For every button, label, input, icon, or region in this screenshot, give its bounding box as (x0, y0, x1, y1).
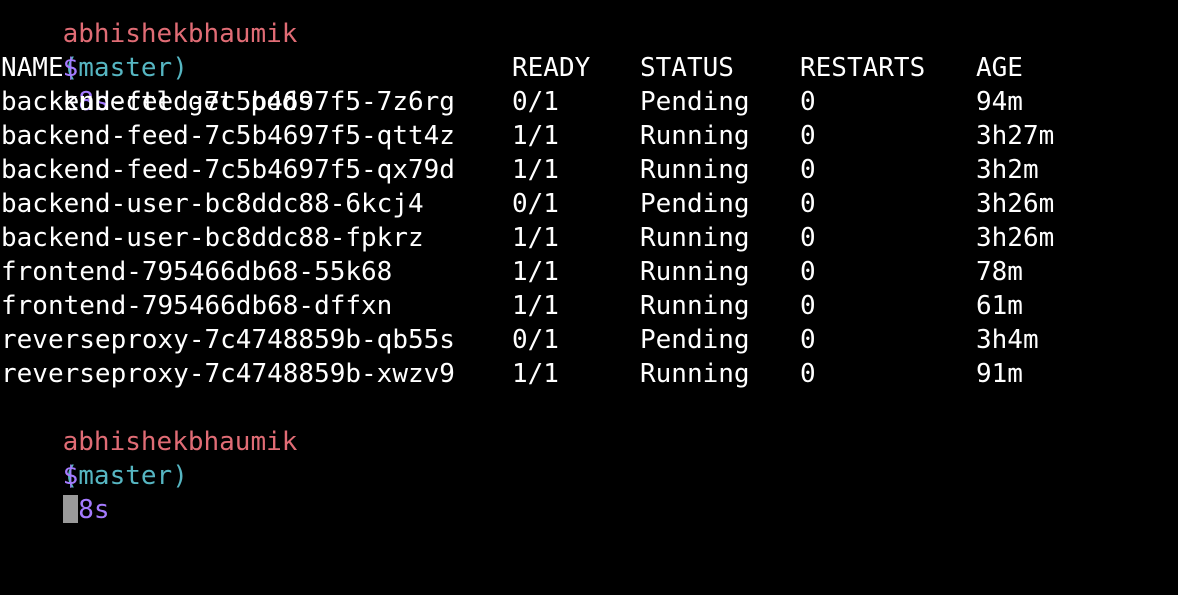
pod-name: backend-user-bc8ddc88-6kcj4 (1, 189, 424, 219)
command-line: $ kubectl get pods (0, 17, 1178, 117)
pod-restarts: 0 (800, 325, 816, 355)
pod-age: 3h26m (976, 223, 1055, 253)
pod-restarts: 0 (800, 189, 816, 219)
pod-ready: 0/1 (512, 87, 559, 117)
pod-age: 3h2m (976, 155, 1039, 185)
pod-status: Pending (640, 87, 750, 117)
table-row: reverseproxy-7c4748859b-xwzv9 1/1 Runnin… (0, 357, 1178, 391)
table-row: frontend-795466db68-55k68 1/1 Running 0 … (0, 255, 1178, 289)
pod-restarts: 0 (800, 121, 816, 151)
table-row: backend-user-bc8ddc88-fpkrz 1/1 Running … (0, 221, 1178, 255)
prompt-branch: (master) (62, 461, 188, 491)
pod-status: Pending (640, 189, 750, 219)
pod-restarts: 0 (800, 223, 816, 253)
pod-age: 78m (976, 257, 1023, 287)
pod-ready: 1/1 (512, 291, 559, 321)
pod-restarts: 0 (800, 257, 816, 287)
pod-status: Running (640, 155, 750, 185)
pod-status: Pending (640, 325, 750, 355)
pod-status: Running (640, 359, 750, 389)
pod-ready: 1/1 (512, 155, 559, 185)
pod-name: reverseproxy-7c4748859b-xwzv9 (1, 359, 455, 389)
terminal-window[interactable]: abhishekbhaumik (master) k8s $ kubectl g… (0, 0, 1178, 525)
pod-name: backend-feed-7c5b4697f5-7z6rg (1, 87, 455, 117)
pod-status: Running (640, 291, 750, 321)
pod-age: 61m (976, 291, 1023, 321)
pod-ready: 1/1 (512, 257, 559, 287)
prompt-line-bottom: abhishekbhaumik (master) k8s (0, 391, 1178, 525)
header-age: AGE (976, 53, 1023, 83)
pod-status: Running (640, 121, 750, 151)
header-ready: READY (512, 53, 591, 83)
pod-age: 3h27m (976, 121, 1055, 151)
table-row: frontend-795466db68-dffxn 1/1 Running 0 … (0, 289, 1178, 323)
prompt-line-top: abhishekbhaumik (master) k8s (0, 0, 1178, 117)
pod-status: Running (640, 257, 750, 287)
table-row: backend-feed-7c5b4697f5-qx79d 1/1 Runnin… (0, 153, 1178, 187)
pod-name: frontend-795466db68-55k68 (1, 257, 393, 287)
pod-name: backend-feed-7c5b4697f5-qtt4z (1, 121, 455, 151)
pod-ready: 1/1 (512, 223, 559, 253)
pod-ready: 0/1 (512, 189, 559, 219)
table-row: backend-user-bc8ddc88-6kcj4 0/1 Pending … (0, 187, 1178, 221)
pod-age: 94m (976, 87, 1023, 117)
table-row: backend-feed-7c5b4697f5-qtt4z 1/1 Runnin… (0, 119, 1178, 153)
pod-ready: 0/1 (512, 325, 559, 355)
table-header: NAME READY STATUS RESTARTS AGE (0, 51, 1178, 85)
pod-name: backend-user-bc8ddc88-fpkrz (1, 223, 424, 253)
table-row: backend-feed-7c5b4697f5-7z6rg 0/1 Pendin… (0, 85, 1178, 119)
pod-age: 91m (976, 359, 1023, 389)
table-row: reverseproxy-7c4748859b-qb55s 0/1 Pendin… (0, 323, 1178, 357)
pod-restarts: 0 (800, 87, 816, 117)
terminal-cursor[interactable] (62, 495, 78, 523)
pod-restarts: 0 (800, 291, 816, 321)
prompt-dollar: $ (62, 461, 79, 491)
pod-ready: 1/1 (512, 359, 559, 389)
pod-age: 3h26m (976, 189, 1055, 219)
header-name: NAME (1, 53, 64, 83)
pod-name: reverseproxy-7c4748859b-qb55s (1, 325, 455, 355)
pod-restarts: 0 (800, 155, 816, 185)
pod-restarts: 0 (800, 359, 816, 389)
header-restarts: RESTARTS (800, 53, 926, 83)
input-line[interactable]: $ (0, 425, 1178, 523)
header-status: STATUS (640, 53, 734, 83)
pod-name: backend-feed-7c5b4697f5-qx79d (1, 155, 455, 185)
pod-status: Running (640, 223, 750, 253)
pod-age: 3h4m (976, 325, 1039, 355)
pod-ready: 1/1 (512, 121, 559, 151)
pod-name: frontend-795466db68-dffxn (1, 291, 393, 321)
